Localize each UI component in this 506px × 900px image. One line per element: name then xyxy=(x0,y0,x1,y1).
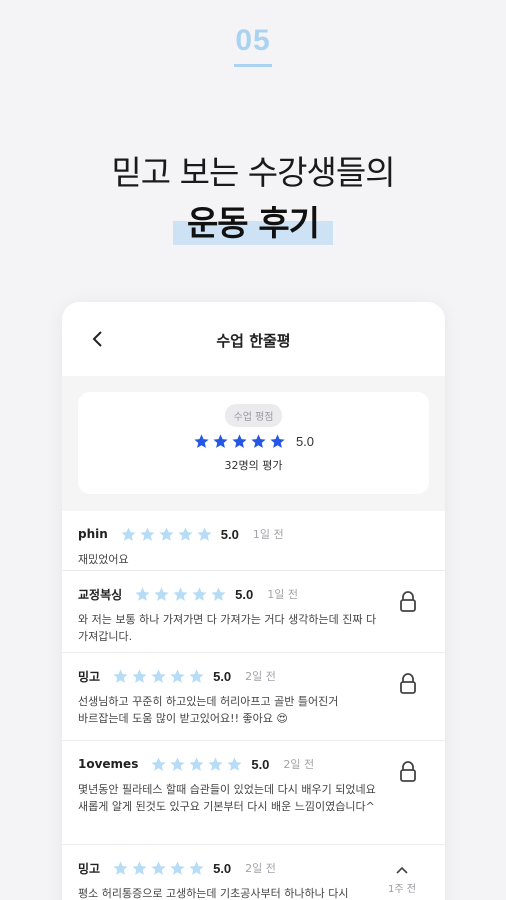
star-icon xyxy=(135,586,150,601)
review-author: phin xyxy=(78,527,108,541)
lock-icon xyxy=(400,591,416,612)
review-header: 1ovemes 5.0 2일 전 xyxy=(78,753,429,775)
star-icon xyxy=(121,526,136,541)
star-icon xyxy=(132,860,147,875)
review-score: 5.0 xyxy=(213,668,232,684)
review-text: 재밌었어요 xyxy=(78,553,129,566)
star-icon xyxy=(113,860,128,875)
nav-bar: 수업 한줄평 xyxy=(62,302,445,376)
star-icon xyxy=(213,434,228,448)
review-item: 밍고 5.0 2일 전평소 허리통증으로 고생하는데 기초공사부터 하나하나 다시 … xyxy=(62,845,445,900)
star-icon xyxy=(227,756,242,771)
star-icon xyxy=(154,586,169,601)
summary-stars xyxy=(193,433,288,450)
star-icon xyxy=(197,526,212,541)
star-icon xyxy=(173,586,188,601)
star-icon xyxy=(151,860,166,875)
review-text: 평소 허리통증으로 고생하는데 기초공사부터 하나하나 다시 쌓아올리는 느낌이… xyxy=(78,887,349,900)
review-time: 1일 전 xyxy=(267,588,298,601)
star-icon xyxy=(132,668,147,683)
review-score: 5.0 xyxy=(220,526,239,542)
review-time: 2일 전 xyxy=(245,670,276,683)
star-icon xyxy=(170,756,185,771)
summary-stars-row: 5.0 xyxy=(193,433,314,450)
page-title: 수업 한줄평 xyxy=(216,332,291,350)
star-icon xyxy=(192,586,207,601)
star-icon xyxy=(251,434,266,448)
review-author: 밍고 xyxy=(78,861,101,876)
review-list: phin 5.0 1일 전 재밌었어요 교정복싱 5.0 1일 전와 저는 보통 하나 가져… xyxy=(62,511,445,900)
review-score: 5.0 xyxy=(251,756,270,772)
star-icon xyxy=(189,756,204,771)
star-icon xyxy=(151,756,166,771)
star-icon xyxy=(194,434,209,448)
review-author: 밍고 xyxy=(78,669,101,684)
summary-score: 5.0 xyxy=(295,434,315,449)
step-number: 05 xyxy=(235,24,271,57)
review-author: 교정복싱 xyxy=(78,587,123,602)
headline-line1: 믿고 보는 수강생들의 xyxy=(111,153,395,192)
review-item: phin 5.0 1일 전재밌었어요 xyxy=(62,511,445,571)
review-header: 밍고 5.0 2일 전 xyxy=(78,665,429,687)
rating-summary-card: 수업 평점 5.0 32명의 평가 xyxy=(78,392,429,494)
headline-line2: 운동 후기 xyxy=(173,196,333,245)
review-header: phin 5.0 1일 전 xyxy=(78,523,429,545)
review-time: 1일 전 xyxy=(252,528,284,541)
review-author: 1ovemes xyxy=(78,757,139,771)
star-icon xyxy=(232,434,247,448)
review-time: 2일 전 xyxy=(245,862,276,875)
review-header: 교정복싱 5.0 1일 전 xyxy=(78,583,429,605)
collapse-label: 1주 전 xyxy=(388,884,416,895)
review-stars xyxy=(112,668,207,685)
star-icon xyxy=(140,526,155,541)
phone-screen: 수업 한줄평 수업 평점 5.0 32명의 평가 phin 5.0 1일 전 재밌었어… xyxy=(62,302,445,900)
star-icon xyxy=(189,668,204,683)
star-icon xyxy=(270,434,285,448)
review-stars xyxy=(112,860,207,877)
star-icon xyxy=(151,668,166,683)
review-time: 2일 전 xyxy=(283,758,315,771)
review-item: 1ovemes 5.0 2일 전몇년동안 필라테스 할때 습관들이 있었는데 다시 … xyxy=(62,741,445,845)
review-text: 몇년동안 필라테스 할때 습관들이 있었는데 다시 배우기 되었네요 새롭게 알… xyxy=(78,783,376,813)
lock-button[interactable] xyxy=(399,591,417,613)
chevron-up-icon xyxy=(396,866,408,874)
star-icon xyxy=(170,668,185,683)
review-stars xyxy=(134,586,229,603)
review-item: 밍고 5.0 2일 전선생님하고 꾸준히 하고있는데 허리아프고 골반 틀어진거 바… xyxy=(62,653,445,741)
star-icon xyxy=(159,526,174,541)
star-icon xyxy=(178,526,193,541)
rating-pill: 수업 평점 xyxy=(224,404,283,427)
star-icon xyxy=(113,668,128,683)
review-score: 5.0 xyxy=(213,860,232,876)
review-stars xyxy=(120,526,215,543)
collapse-button[interactable]: 1주 전 xyxy=(387,859,417,895)
review-text: 선생님하고 꾸준히 하고있는데 허리아프고 골반 틀어진거 바르잡는데 도움 많… xyxy=(78,695,339,725)
headline-line2-wrap: 운동 후기 xyxy=(0,196,506,245)
rating-count: 32명의 평가 xyxy=(224,459,283,472)
lock-button[interactable] xyxy=(399,761,417,783)
review-header: 밍고 5.0 2일 전 xyxy=(78,857,429,879)
step-underline xyxy=(234,64,272,67)
star-icon xyxy=(211,586,226,601)
star-icon xyxy=(189,860,204,875)
lock-icon xyxy=(400,673,416,694)
star-icon xyxy=(208,756,223,771)
review-item: 교정복싱 5.0 1일 전와 저는 보통 하나 가져가면 다 가져가는 거다 생각하… xyxy=(62,571,445,653)
review-text: 와 저는 보통 하나 가져가면 다 가져가는 거다 생각하는데 진짜 다 가져갑… xyxy=(78,613,377,643)
review-stars xyxy=(150,756,245,773)
review-score: 5.0 xyxy=(235,586,254,602)
headline-line2-text: 운동 후기 xyxy=(187,204,320,244)
star-icon xyxy=(170,860,185,875)
lock-button[interactable] xyxy=(399,673,417,695)
lock-icon xyxy=(400,761,416,782)
